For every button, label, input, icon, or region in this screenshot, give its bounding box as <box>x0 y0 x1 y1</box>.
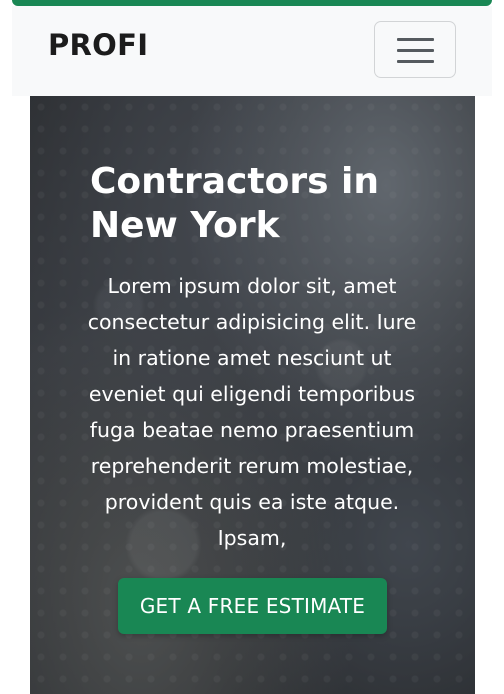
hero-section: Contractors in New York Lorem ipsum dolo… <box>30 96 475 694</box>
hero-description: Lorem ipsum dolor sit, amet consectetur … <box>87 274 417 550</box>
hamburger-icon <box>397 38 434 63</box>
hero-title: Contractors in New York <box>90 161 380 246</box>
navbar: PROFI <box>12 6 492 96</box>
navbar-toggle-button[interactable] <box>374 21 456 78</box>
brand-logo[interactable]: PROFI <box>48 28 148 62</box>
get-estimate-button[interactable]: GET A FREE ESTIMATE <box>118 578 387 634</box>
